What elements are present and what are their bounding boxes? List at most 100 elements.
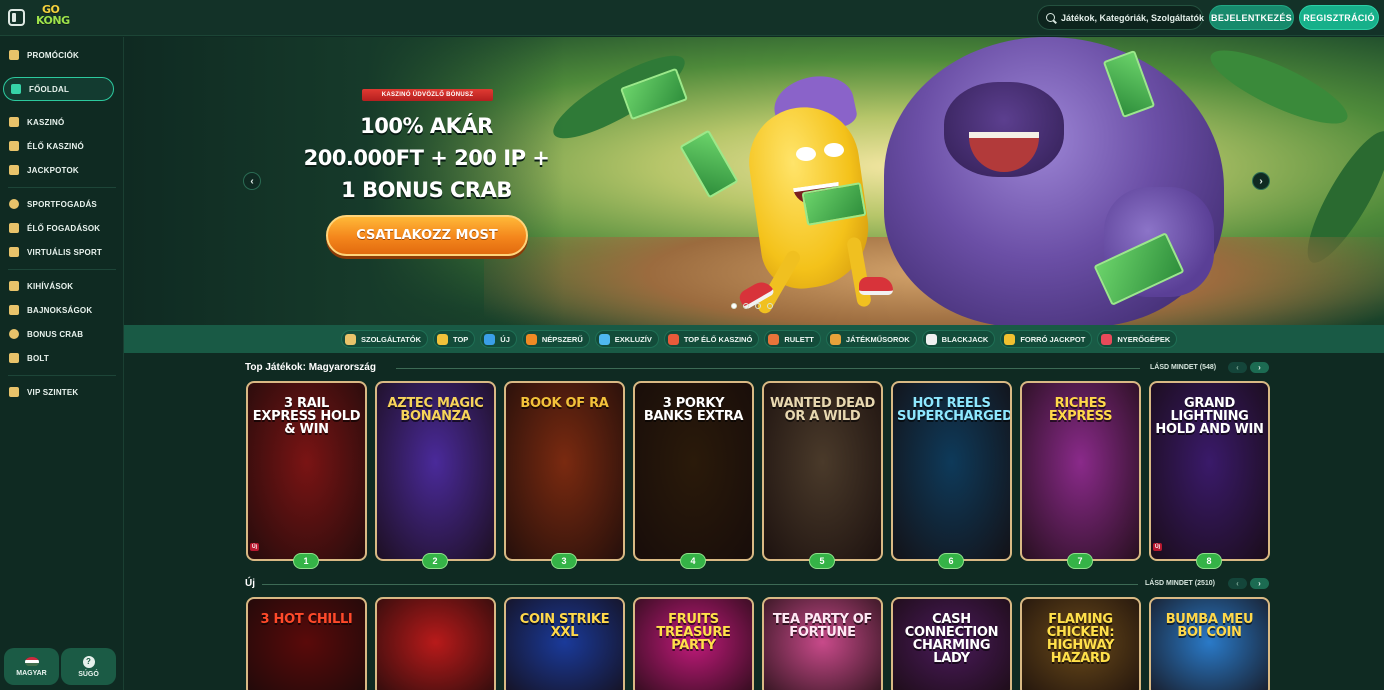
category-icon xyxy=(1101,333,1113,345)
sidebar-item-challenges[interactable]: KIHÍVÁSOK xyxy=(9,276,73,296)
category-chip[interactable]: JÁTÉKMŰSOROK xyxy=(825,330,917,348)
sidebar-item-home[interactable]: FŐOLDAL xyxy=(3,77,114,101)
sidebar-item-tournaments[interactable]: BAJNOKSÁGOK xyxy=(9,300,92,320)
game-card[interactable]: WANTED DEAD OR A WILD xyxy=(762,381,883,561)
category-chip[interactable]: BLACKJACK xyxy=(921,330,996,348)
help-icon: ? xyxy=(82,655,95,668)
category-label: SZOLGÁLTATÓK xyxy=(361,334,421,344)
category-chip[interactable]: RULETT xyxy=(764,330,821,348)
game-card[interactable]: TEA PARTY OF FORTUNE xyxy=(762,597,883,690)
new-games-see-all-link[interactable]: LÁSD MINDET (2510) xyxy=(1145,580,1215,587)
sidebar-item-promotions[interactable]: PROMÓCIÓK xyxy=(9,45,79,65)
register-button[interactable]: REGISZTRÁCIÓ xyxy=(1299,5,1379,30)
shop-icon xyxy=(9,353,19,363)
hero-dot[interactable] xyxy=(731,303,737,309)
sidebar-item-bonus-crab[interactable]: BONUS CRAB xyxy=(9,324,83,344)
top-games-see-all-link[interactable]: LÁSD MINDET (548) xyxy=(1150,364,1216,371)
game-card[interactable]: 3 HOT CHILLI xyxy=(246,597,367,690)
category-chip[interactable]: NÉPSZERŰ xyxy=(521,330,590,348)
new-games-prev-button[interactable]: ‹ xyxy=(1228,578,1247,589)
rank-badge: 1 xyxy=(293,553,319,569)
category-bar: SZOLGÁLTATÓK TOP ÚJ NÉPSZERŰ EXKLUZÍV TOP ÉLŐ… xyxy=(124,325,1384,353)
sidebar-item-live-bets[interactable]: ÉLŐ FOGADÁSOK xyxy=(9,218,100,238)
category-icon xyxy=(598,333,610,345)
search-input[interactable]: Játékok, Kategóriák, Szolgáltatók xyxy=(1037,5,1205,30)
logo[interactable]: GO KONG xyxy=(36,4,70,26)
category-icon xyxy=(667,333,679,345)
game-card[interactable]: RICHES EXPRESS xyxy=(1020,381,1141,561)
game-card[interactable]: CASH CONNECTION CHARMING LADY xyxy=(891,597,1012,690)
category-label: FORRÓ JACKPOT xyxy=(1020,334,1086,344)
category-chip[interactable]: TOP ÉLŐ KASZINÓ xyxy=(663,330,760,348)
sidebar-item-vip-levels[interactable]: VIP SZINTEK xyxy=(9,382,78,402)
language-button[interactable]: MAGYAR xyxy=(4,648,59,685)
category-label: ÚJ xyxy=(500,334,510,344)
hero-next-arrow-icon[interactable]: › xyxy=(1252,172,1270,190)
category-chip[interactable]: FORRÓ JACKPOT xyxy=(1000,330,1093,348)
help-button[interactable]: ? SÚGÓ xyxy=(61,648,116,685)
category-label: BLACKJACK xyxy=(941,334,989,344)
rank-badge: 3 xyxy=(551,553,577,569)
sidebar-item-label: PROMÓCIÓK xyxy=(27,50,80,60)
sidebar-item-label: BAJNOKSÁGOK xyxy=(27,305,93,315)
game-card[interactable]: BOOK OF RA xyxy=(504,381,625,561)
casino-icon xyxy=(9,117,19,127)
game-title: FLAMING CHICKEN: HIGHWAY HAZARD xyxy=(1046,612,1115,666)
sidebar-item-label: VIP SZINTEK xyxy=(27,387,79,397)
rank-badge: 6 xyxy=(938,553,964,569)
category-chip[interactable]: ÚJ xyxy=(480,330,517,348)
hero-banner[interactable]: KASZINÓ ÜDVÖZLŐ BÓNUSZ 100% AKÁR 200.000… xyxy=(124,37,1384,325)
challenge-icon xyxy=(9,281,19,291)
join-now-button[interactable]: CSATLAKOZZ MOST xyxy=(326,215,528,256)
game-title: GRAND LIGHTNING HOLD AND WIN xyxy=(1155,396,1264,437)
game-card[interactable]: COIN STRIKE XXL xyxy=(504,597,625,690)
sidebar-toggle-icon[interactable] xyxy=(8,9,25,26)
hero-pagination xyxy=(731,303,773,309)
game-card[interactable]: GRAND LIGHTNING HOLD AND WIN Új xyxy=(1149,381,1270,561)
sidebar-item-live-casino[interactable]: ÉLŐ KASZINÓ xyxy=(9,136,84,156)
game-card[interactable]: 3 RAIL EXPRESS HOLD & WIN Új xyxy=(246,381,367,561)
sidebar-item-casino[interactable]: KASZINÓ xyxy=(9,112,64,132)
top-games-prev-button[interactable]: ‹ xyxy=(1228,362,1247,373)
sidebar-item-label: BONUS CRAB xyxy=(27,329,84,339)
category-chip[interactable]: SZOLGÁLTATÓK xyxy=(341,330,428,348)
sidebar-item-sports-betting[interactable]: SPORTFOGADÁS xyxy=(9,194,97,214)
search-placeholder: Játékok, Kategóriák, Szolgáltatók xyxy=(1061,12,1205,23)
game-title: 3 PORKY BANKS EXTRA xyxy=(643,396,744,424)
clover-icon xyxy=(9,165,19,175)
diamond-icon xyxy=(9,387,19,397)
sidebar-item-virtual-sport[interactable]: VIRTUÁLIS SPORT xyxy=(9,242,102,262)
search-icon xyxy=(1046,13,1055,22)
sidebar: PROMÓCIÓK FŐOLDAL KASZINÓ ÉLŐ KASZINÓ JA… xyxy=(0,37,124,690)
sidebar-item-jackpots[interactable]: JACKPOTOK xyxy=(9,160,79,180)
game-card[interactable]: AZTEC MAGIC BONANZA xyxy=(375,381,496,561)
category-icon xyxy=(525,333,537,345)
game-card[interactable] xyxy=(375,597,496,690)
section-divider xyxy=(396,368,1140,369)
game-card[interactable]: BUMBA MEU BOI COIN xyxy=(1149,597,1270,690)
logo-line2: KONG xyxy=(36,14,70,27)
top-games-next-button[interactable]: › xyxy=(1250,362,1269,373)
new-games-next-button[interactable]: › xyxy=(1250,578,1269,589)
hero-dot[interactable] xyxy=(767,303,773,309)
game-card[interactable]: 3 PORKY BANKS EXTRA xyxy=(633,381,754,561)
new-games-title: Új xyxy=(245,578,255,589)
hero-title-line: 200.000FT + 200 IP + xyxy=(303,146,550,170)
hungary-flag-icon xyxy=(24,656,39,667)
game-card[interactable]: FRUITS TREASURE PARTY xyxy=(633,597,754,690)
hero-dot[interactable] xyxy=(743,303,749,309)
category-chip[interactable]: NYERŐGÉPEK xyxy=(1097,330,1178,348)
category-chip[interactable]: TOP xyxy=(433,330,476,348)
game-card[interactable]: FLAMING CHICKEN: HIGHWAY HAZARD xyxy=(1020,597,1141,690)
hero-prev-arrow-icon[interactable]: ‹ xyxy=(243,172,261,190)
sidebar-item-shop[interactable]: BOLT xyxy=(9,348,49,368)
category-icon xyxy=(437,333,448,345)
login-button[interactable]: BEJELENTKEZÉS xyxy=(1209,5,1294,30)
gift-icon xyxy=(9,50,19,60)
category-label: NÉPSZERŰ xyxy=(541,334,583,344)
game-card[interactable]: HOT REELS SUPERCHARGED xyxy=(891,381,1012,561)
hero-dot[interactable] xyxy=(755,303,761,309)
hero-badge: KASZINÓ ÜDVÖZLŐ BÓNUSZ xyxy=(362,89,493,101)
category-icon xyxy=(484,333,496,345)
category-chip[interactable]: EXKLUZÍV xyxy=(594,330,659,348)
